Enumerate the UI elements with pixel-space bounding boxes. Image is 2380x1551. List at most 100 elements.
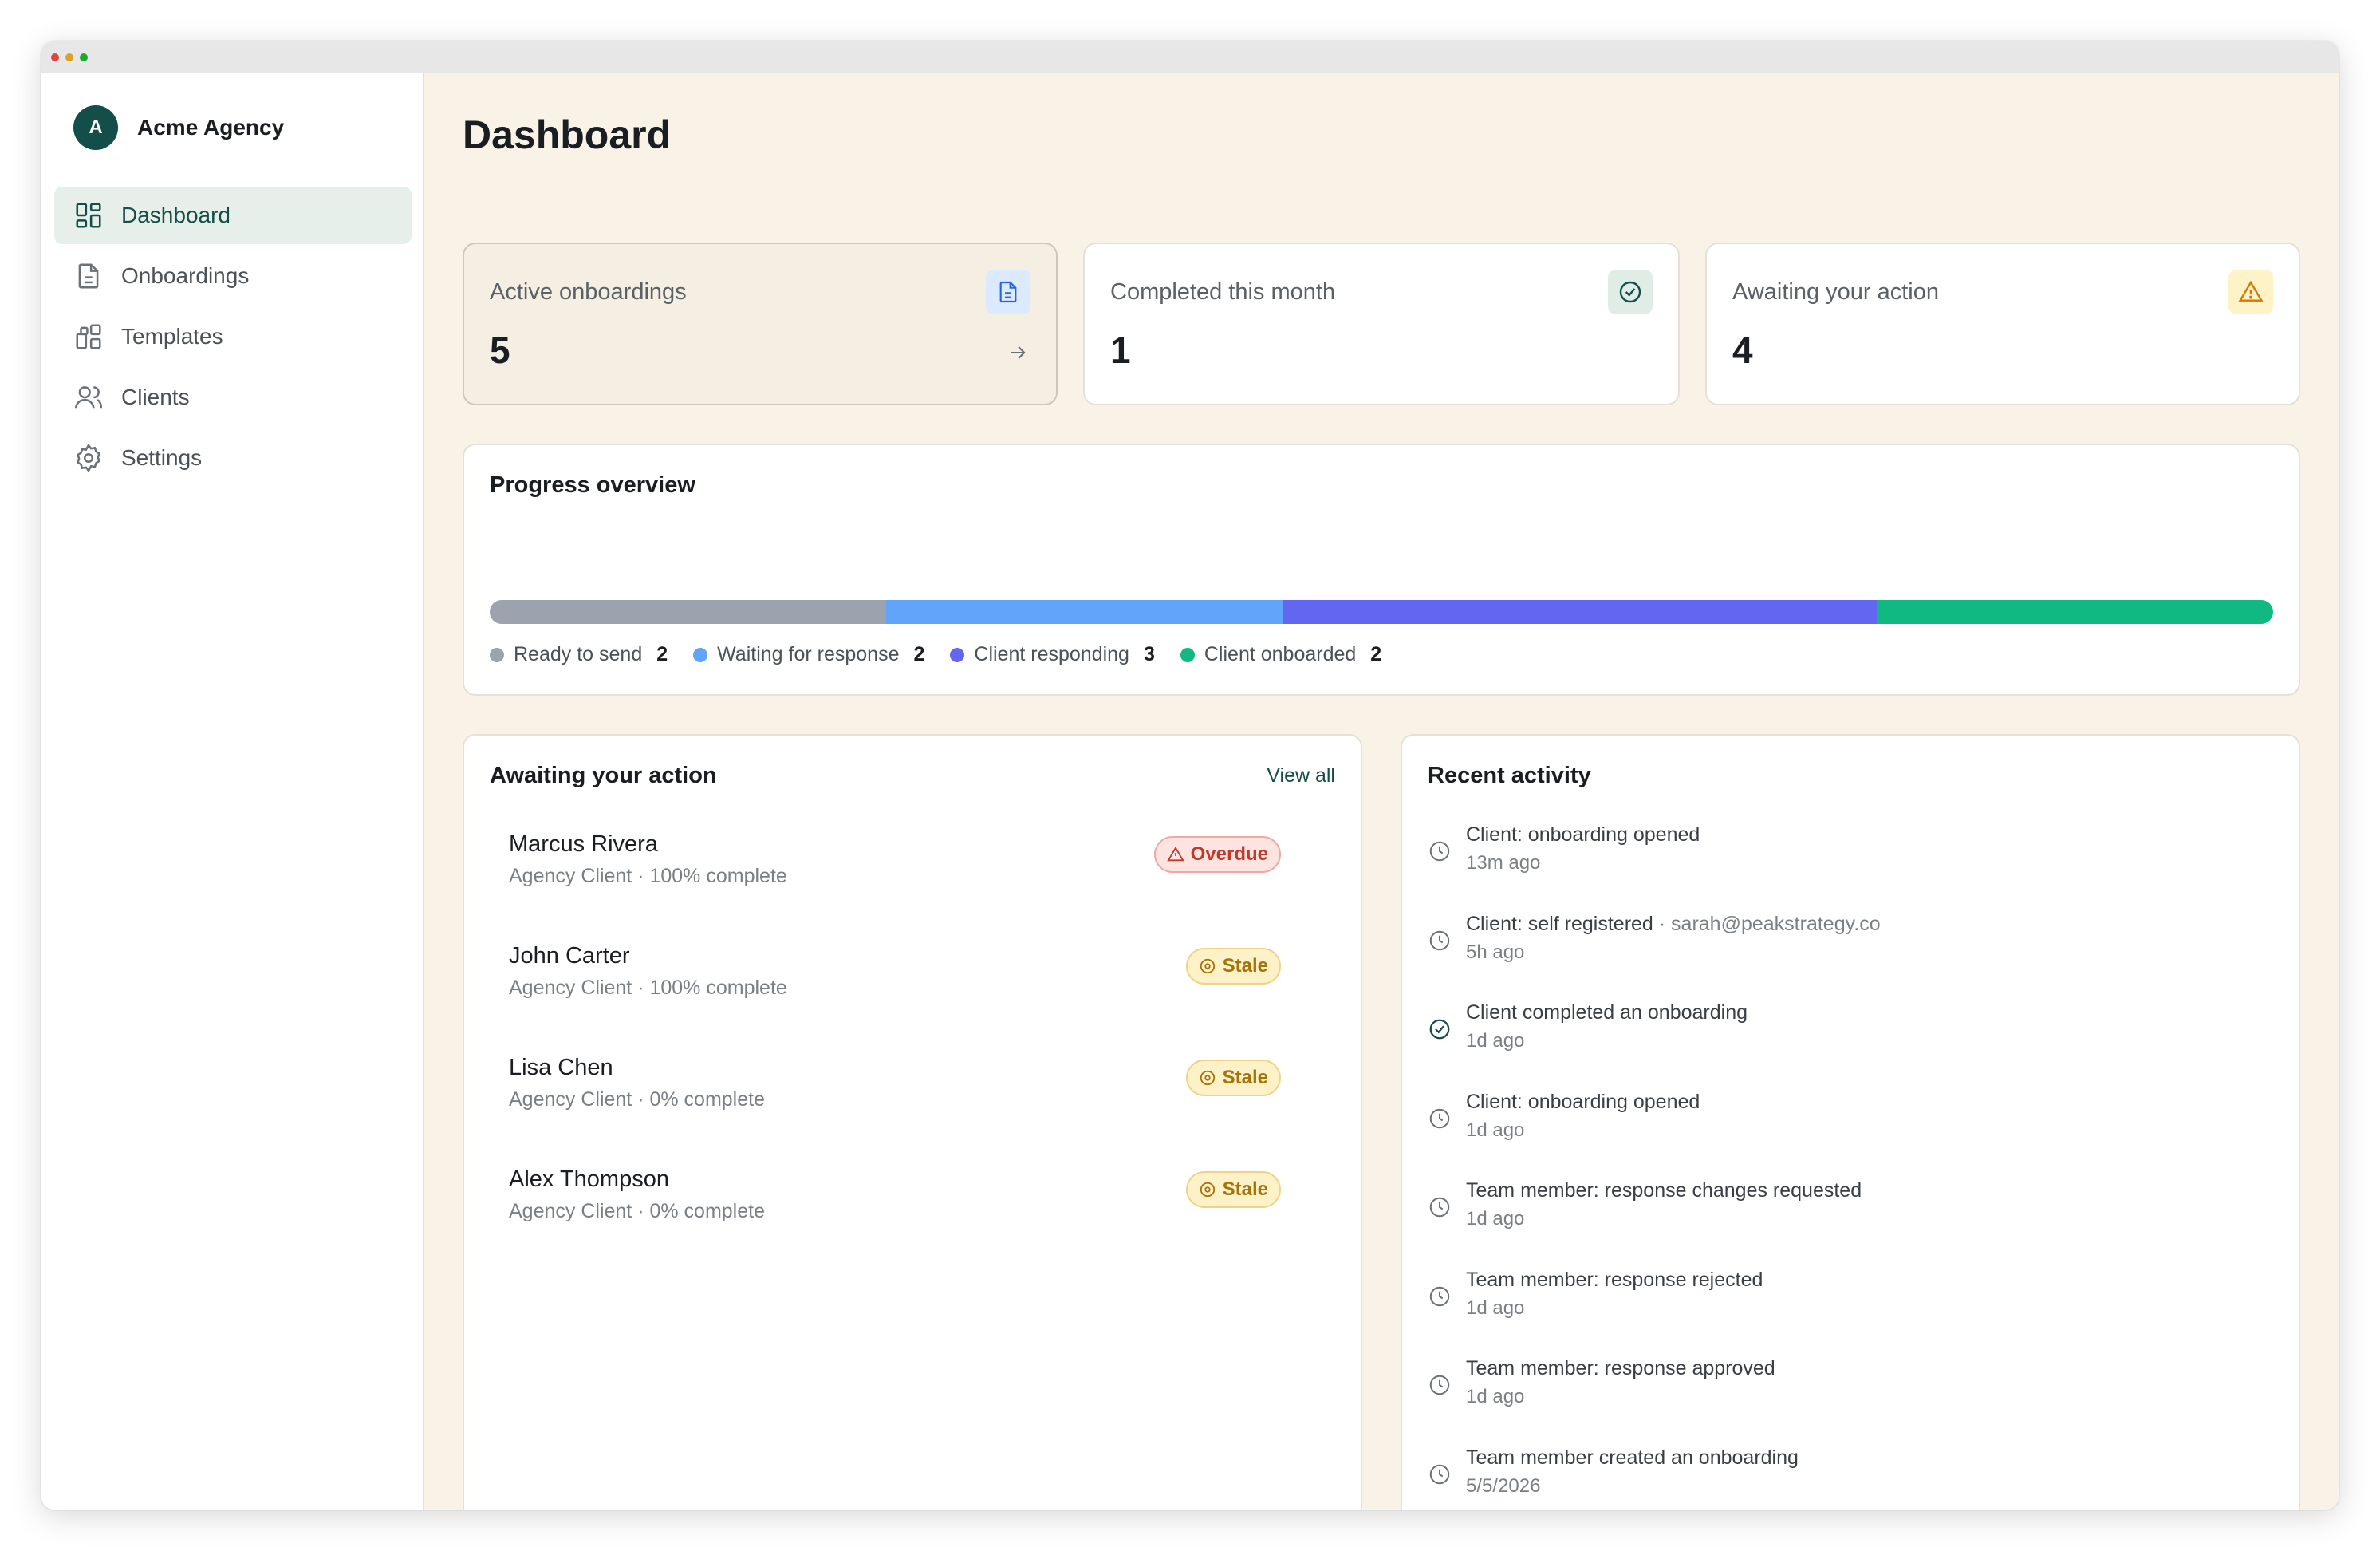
section-title: Awaiting your action [490, 763, 717, 788]
app-window: A Acme Agency Dashboard Onboardings Temp… [41, 41, 2339, 1510]
document-icon [999, 281, 1017, 303]
stat-label: Completed this month [1110, 279, 1336, 305]
activity-time: 1d ago [1466, 1208, 1525, 1229]
legend-label: Waiting for response [717, 643, 900, 665]
activity-time: 1d ago [1466, 1386, 1525, 1407]
awaiting-action-card: Awaiting your action View all Marcus Riv… [463, 734, 1362, 1510]
activity-text: Client: onboarding opened [1466, 823, 1700, 847]
dashboard-icon [76, 203, 101, 228]
brand-name: Acme Agency [137, 115, 285, 140]
legend-item: Client onboarded 2 [1180, 643, 1381, 666]
main-content: Dashboard Active onboardings 5 Completed… [424, 73, 2339, 1510]
progress-bar [490, 600, 2273, 624]
badge-label: Overdue [1190, 843, 1268, 865]
badge-label: Stale [1222, 955, 1268, 977]
status-badge: Overdue [1153, 836, 1281, 873]
status-badge: Stale [1185, 1171, 1281, 1208]
clock-icon [1429, 1286, 1450, 1306]
legend-label: Ready to send [514, 643, 643, 665]
progress-segment [1282, 600, 1878, 624]
recent-activity-card: Recent activity Client: onboarding opene… [1401, 734, 2300, 1510]
status-badge: Stale [1185, 1060, 1281, 1096]
activity-description: Team member created an onboarding [1466, 1446, 1799, 1469]
stat-card-awaiting-your-action[interactable]: Awaiting your action 4 [1705, 243, 2300, 405]
legend-count: 3 [1143, 643, 1155, 665]
client-details: Agency Client · 100% complete [509, 977, 787, 999]
clock-icon [1200, 1070, 1215, 1086]
activity-item: Client: onboarding opened 1d ago [1428, 1091, 2273, 1180]
activity-text: Team member: response rejected [1466, 1269, 1763, 1292]
list-item[interactable]: Alex Thompson Agency Client · 0% complete… [509, 1166, 1281, 1278]
users-icon [74, 386, 103, 409]
activity-time: 5h ago [1466, 941, 1525, 963]
stat-label: Active onboardings [490, 279, 687, 305]
sidebar-item-templates[interactable]: Templates [54, 308, 412, 365]
activity-text: Client completed an onboarding [1466, 1001, 1748, 1024]
maximize-window-dot[interactable] [80, 53, 88, 61]
client-name: Alex Thompson [509, 1166, 669, 1192]
legend-count: 2 [1370, 643, 1382, 665]
activity-time: 1d ago [1466, 1296, 1525, 1319]
arrow-right-icon[interactable] [1007, 341, 1029, 364]
stat-value: 4 [1732, 330, 1753, 371]
client-details: Agency Client · 100% complete [509, 865, 787, 887]
sidebar-item-onboardings[interactable]: Onboardings [54, 247, 412, 305]
stat-card-active-onboardings[interactable]: Active onboardings 5 [463, 243, 1058, 405]
section-title: Progress overview [490, 472, 695, 498]
activity-item: Client: self registered · sarah@peakstra… [1428, 913, 2273, 1002]
stat-icon-box [986, 270, 1030, 314]
activity-time: 5/5/2026 [1466, 1474, 1541, 1497]
sidebar-item-settings[interactable]: Settings [54, 429, 412, 487]
warning-icon [1166, 846, 1184, 862]
legend-dot [490, 647, 504, 662]
activity-item: Team member: response rejected 1d ago [1428, 1269, 2273, 1358]
document-icon [78, 263, 99, 289]
legend-label: Client onboarded [1204, 643, 1357, 665]
activity-description: Client completed an onboarding [1466, 1001, 1748, 1024]
stat-icon-box [1608, 270, 1653, 314]
check-circle-icon [1619, 281, 1641, 303]
view-all-link[interactable]: View all [1267, 764, 1335, 787]
close-window-dot[interactable] [51, 53, 59, 61]
stat-label: Awaiting your action [1732, 279, 1940, 305]
activity-time: 13m ago [1466, 852, 1541, 874]
list-item[interactable]: Marcus Rivera Agency Client · 100% comple… [509, 831, 1281, 943]
brand[interactable]: A Acme Agency [73, 105, 284, 150]
stat-card-completed-this-month[interactable]: Completed this month 1 [1083, 243, 1680, 405]
activity-text: Team member: response changes requested [1466, 1179, 1862, 1202]
activity-description: Client: onboarding opened [1466, 823, 1700, 846]
activity-description: Client: onboarding opened [1466, 1090, 1700, 1113]
check-circle-icon [1429, 1019, 1450, 1040]
stat-icon-box [2228, 270, 2273, 314]
list-item[interactable]: Lisa Chen Agency Client · 0% complete Stal… [509, 1055, 1281, 1166]
legend-item: Waiting for response 2 [693, 643, 924, 666]
activity-item: Team member created an onboarding 5/5/202… [1428, 1446, 2273, 1510]
section-title: Recent activity [1428, 763, 1591, 788]
clock-icon [1429, 1464, 1450, 1484]
activity-time: 1d ago [1466, 1030, 1525, 1052]
sidebar-item-label: Clients [121, 385, 190, 409]
warning-icon [2238, 280, 2264, 302]
activity-text: Team member created an onboarding [1466, 1446, 1799, 1470]
legend-label: Client responding [974, 643, 1129, 665]
legend-dot [950, 647, 965, 662]
minimize-window-dot[interactable] [65, 53, 73, 61]
legend-count: 2 [913, 643, 925, 665]
progress-segment [885, 600, 1283, 624]
sidebar-item-label: Settings [121, 445, 203, 470]
stat-value: 1 [1110, 330, 1131, 371]
client-details: Agency Client · 0% complete [509, 1200, 765, 1222]
clock-icon [1429, 1108, 1450, 1128]
legend-dot [1180, 647, 1195, 662]
legend-dot [693, 647, 708, 662]
client-name: Lisa Chen [509, 1055, 613, 1080]
activity-time: 1d ago [1466, 1119, 1525, 1141]
sidebar-item-dashboard[interactable]: Dashboard [54, 187, 412, 244]
client-details: Agency Client · 0% complete [509, 1088, 765, 1111]
list-item[interactable]: John Carter Agency Client · 100% complete… [509, 943, 1281, 1055]
clock-icon [1429, 930, 1450, 950]
sidebar-item-clients[interactable]: Clients [54, 369, 412, 426]
progress-legend: Ready to send 2 Waiting for response 2 Clien… [490, 643, 1381, 666]
sidebar-nav: Dashboard Onboardings Templates Clients … [54, 187, 412, 490]
activity-description: Client: self registered [1466, 912, 1653, 935]
